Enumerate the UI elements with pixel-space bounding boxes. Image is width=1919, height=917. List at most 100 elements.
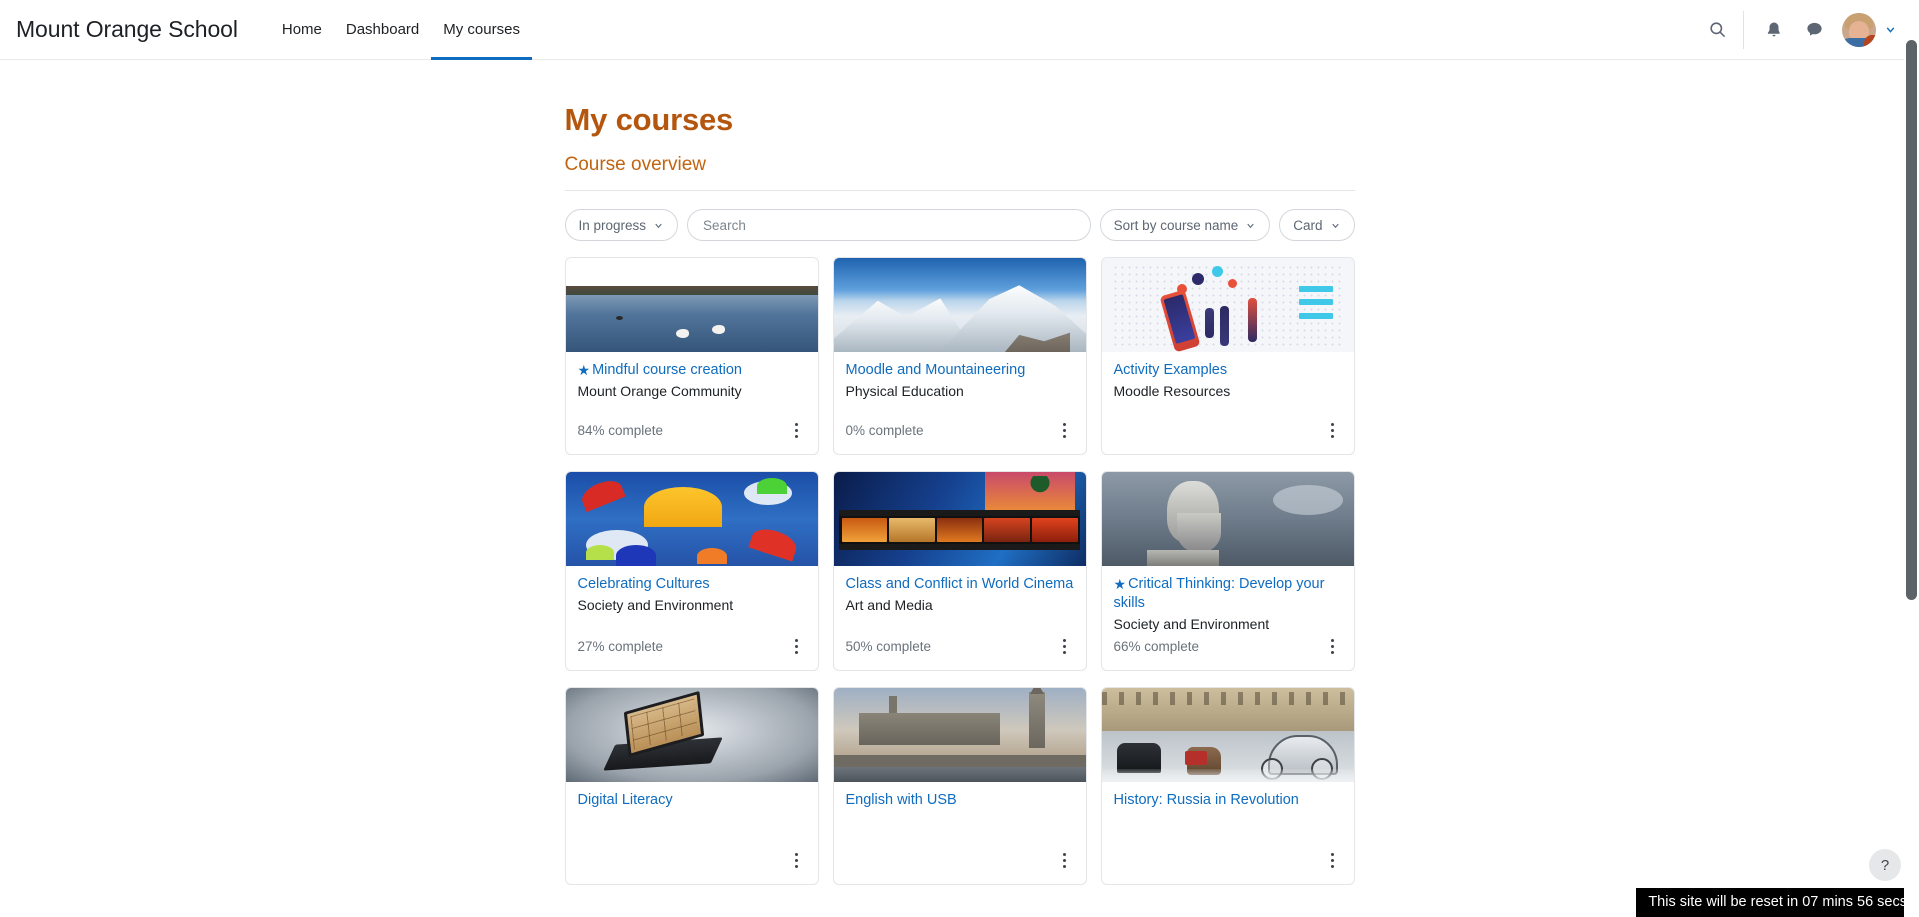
course-actions-menu-icon[interactable]	[1054, 418, 1076, 442]
view-mode-label: Card	[1293, 217, 1323, 233]
course-card-body: Moodle and Mountaineering Physical Educa…	[834, 352, 1086, 418]
course-title-link[interactable]: Celebrating Cultures	[578, 575, 806, 594]
course-card-footer: 0% complete	[834, 418, 1086, 454]
course-card-body: History: Russia in Revolution	[1102, 782, 1354, 848]
view-mode-dropdown[interactable]: Card	[1279, 209, 1355, 241]
course-card-footer: 66% complete	[1102, 634, 1354, 670]
course-card-footer: 27% complete	[566, 634, 818, 670]
course-filter-toolbar: In progress Sort by course name Card	[564, 209, 1355, 241]
site-reset-toast: This site will be reset in 07 mins 56 se…	[1636, 888, 1919, 917]
course-card-footer	[1102, 418, 1354, 454]
course-title-link[interactable]: Activity Examples	[1114, 361, 1342, 380]
course-category: Society and Environment	[577, 597, 734, 614]
course-card[interactable]: English with USB	[832, 687, 1087, 886]
course-category: Physical Education	[845, 383, 964, 400]
course-title-link[interactable]: Class and Conflict in World Cinema	[846, 575, 1074, 594]
course-card[interactable]: Celebrating Cultures Society and Environ…	[564, 471, 819, 672]
course-card[interactable]: Activity Examples Moodle Resources	[1100, 257, 1355, 455]
course-card[interactable]: ★ Mindful course creation Mount Orange Co…	[564, 257, 819, 455]
course-overview-heading: Course overview	[564, 154, 707, 175]
course-category: Art and Media	[845, 597, 933, 614]
course-card-body: Activity Examples Moodle Resources	[1102, 352, 1354, 418]
course-card-body: ★ Mindful course creation Mount Orange Co…	[566, 352, 818, 418]
course-card-body: Digital Literacy	[566, 782, 818, 848]
course-image	[565, 688, 818, 783]
scrollbar-thumb[interactable]	[1906, 40, 1917, 600]
course-card-footer: 50% complete	[834, 634, 1086, 670]
filter-dropdown[interactable]: In progress	[564, 209, 679, 241]
course-title-link[interactable]: Digital Literacy	[578, 791, 806, 810]
progress-text: 66% complete	[1113, 638, 1200, 654]
progress-text: 50% complete	[845, 638, 932, 654]
top-navbar: Mount Orange School Home Dashboard My co…	[0, 0, 1919, 60]
course-card[interactable]: ★ Critical Thinking: Develop your skills …	[1100, 471, 1355, 672]
course-card-footer: 84% complete	[566, 418, 818, 454]
star-icon[interactable]: ★	[1114, 576, 1127, 592]
course-image	[565, 472, 818, 566]
course-card-body: Class and Conflict in World Cinema Art a…	[834, 566, 1086, 634]
course-card-body: Celebrating Cultures Society and Environ…	[566, 566, 818, 634]
course-image	[833, 472, 1086, 566]
navbar-divider	[1743, 10, 1744, 49]
heading-divider	[564, 190, 1355, 191]
course-image	[1101, 472, 1354, 566]
course-title-link[interactable]: Moodle and Mountaineering	[846, 361, 1074, 380]
search-input-wrapper[interactable]	[687, 209, 1091, 241]
course-category: Moodle Resources	[1113, 383, 1231, 400]
user-menu[interactable]	[1842, 12, 1897, 47]
star-icon[interactable]: ★	[578, 362, 591, 378]
nav-item-home[interactable]: Home	[270, 0, 334, 60]
search-input[interactable]	[701, 216, 1077, 234]
course-category: Mount Orange Community	[577, 383, 742, 400]
course-card[interactable]: Moodle and Mountaineering Physical Educa…	[832, 257, 1087, 455]
course-actions-menu-icon[interactable]	[786, 848, 808, 872]
search-icon[interactable]	[1697, 10, 1737, 50]
course-image	[1101, 258, 1354, 352]
progress-text: 0% complete	[845, 422, 924, 438]
course-card[interactable]: Digital Literacy	[564, 687, 819, 886]
course-image	[833, 258, 1086, 352]
page-title: My courses	[564, 102, 734, 137]
bell-icon[interactable]	[1754, 10, 1794, 50]
site-brand[interactable]: Mount Orange School	[16, 16, 238, 43]
navbar-actions	[1697, 10, 1897, 50]
course-image	[1101, 688, 1354, 783]
course-title-link[interactable]: ★ Critical Thinking: Develop your skills	[1114, 575, 1342, 613]
chevron-down-icon	[653, 220, 664, 231]
course-overview-container: My courses Course overview In progress S…	[564, 60, 1355, 886]
filter-dropdown-label: In progress	[578, 217, 647, 233]
course-actions-menu-icon[interactable]	[1322, 634, 1344, 658]
sort-dropdown-label: Sort by course name	[1113, 217, 1239, 233]
progress-text: 84% complete	[577, 422, 664, 438]
course-image	[833, 688, 1086, 783]
course-card[interactable]: Class and Conflict in World Cinema Art a…	[832, 471, 1087, 672]
course-image	[565, 258, 818, 352]
course-actions-menu-icon[interactable]	[1322, 848, 1344, 872]
course-card-grid: ★ Mindful course creation Mount Orange Co…	[564, 257, 1355, 886]
page-region: My courses Course overview In progress S…	[0, 60, 1919, 917]
sort-dropdown[interactable]: Sort by course name	[1099, 209, 1271, 241]
course-card[interactable]: History: Russia in Revolution	[1100, 687, 1355, 886]
nav-item-my-courses[interactable]: My courses	[431, 0, 532, 60]
course-actions-menu-icon[interactable]	[786, 418, 808, 442]
chevron-down-icon	[1245, 220, 1256, 231]
page-scrollbar[interactable]	[1904, 0, 1919, 917]
course-actions-menu-icon[interactable]	[786, 634, 808, 658]
help-button[interactable]: ?	[1869, 849, 1901, 881]
message-bubble-icon[interactable]	[1794, 10, 1834, 50]
course-title-link[interactable]: English with USB	[846, 791, 1074, 810]
course-title-link[interactable]: History: Russia in Revolution	[1114, 791, 1342, 810]
course-actions-menu-icon[interactable]	[1054, 634, 1076, 658]
nav-item-dashboard[interactable]: Dashboard	[334, 0, 431, 60]
course-card-body: English with USB	[834, 782, 1086, 848]
course-category: Society and Environment	[1113, 616, 1270, 633]
course-title-link[interactable]: ★ Mindful course creation	[578, 361, 806, 380]
course-actions-menu-icon[interactable]	[1054, 848, 1076, 872]
course-card-body: ★ Critical Thinking: Develop your skills …	[1102, 566, 1354, 634]
course-card-footer	[1102, 848, 1354, 884]
course-actions-menu-icon[interactable]	[1322, 418, 1344, 442]
course-card-footer	[834, 848, 1086, 884]
chevron-down-icon	[1884, 23, 1897, 36]
chevron-down-icon	[1330, 220, 1341, 231]
primary-nav: Home Dashboard My courses	[270, 0, 532, 60]
